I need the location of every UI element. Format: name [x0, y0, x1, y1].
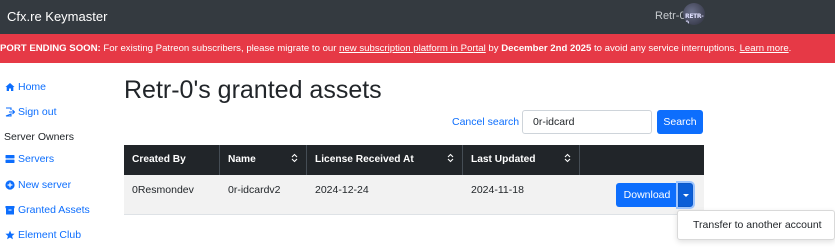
banner-text-1: For existing Patreon subscribers, please…: [100, 43, 340, 54]
server-icon: [4, 154, 15, 165]
column-header-last-updated[interactable]: Last Updated: [463, 145, 580, 175]
column-header-created-by[interactable]: Created By: [124, 145, 220, 175]
page-title: Retr-0's granted assets: [124, 76, 382, 104]
banner-lead: PORT ENDING SOON:: [0, 43, 101, 54]
search-input[interactable]: [522, 110, 652, 134]
sidebar-item-servers[interactable]: Servers: [4, 153, 54, 165]
download-button[interactable]: Download: [616, 183, 678, 207]
avatar[interactable]: RETR-0: [683, 3, 705, 25]
avatar-text: RETR-0: [685, 13, 704, 25]
user-name[interactable]: Retr-0: [655, 10, 686, 22]
sidebar-item-home[interactable]: Home: [4, 81, 46, 93]
top-navbar: Cfx.re Keymaster Retr-0 RETR-0: [0, 0, 835, 34]
star-icon: [4, 230, 15, 241]
column-header-label: Created By: [132, 154, 186, 165]
sort-icon: [447, 145, 454, 175]
sidebar-item-element-club[interactable]: Element Club: [4, 229, 81, 241]
menu-item-transfer[interactable]: Transfer to another account: [693, 219, 822, 231]
column-header-name[interactable]: Name: [220, 145, 307, 175]
sort-icon: [564, 145, 571, 175]
sidebar-item-label: Element Club: [18, 229, 82, 241]
banner-text-2: by: [485, 43, 502, 54]
sidebar-item-label: Granted Assets: [18, 204, 90, 216]
search-button[interactable]: Search: [657, 110, 703, 134]
sidebar-item-sign-out[interactable]: Sign out: [4, 106, 57, 118]
sidebar-item-label: New server: [18, 179, 72, 191]
banner-date: December 2nd 2025: [501, 43, 592, 54]
caret-down-icon: [682, 193, 689, 197]
sidebar-item-new-server[interactable]: New server: [4, 179, 71, 191]
sidebar-item-label: Servers: [18, 153, 55, 165]
cell-created-by: 0Resmondev: [132, 184, 194, 196]
column-header-label: Name: [228, 154, 256, 165]
cell-license-received-at: 2024-12-24: [315, 184, 369, 196]
box-icon: [4, 205, 15, 216]
home-icon: [4, 82, 15, 93]
cell-last-updated: 2024-11-18: [471, 184, 524, 196]
plus-circle-icon: [4, 180, 15, 191]
table-header: Created By Name License Received At Last…: [124, 145, 704, 175]
banner-text-3: to avoid any service interruptions.: [591, 43, 740, 54]
column-header-actions: [580, 145, 704, 175]
download-dropdown-menu: Transfer to another account: [677, 210, 835, 240]
download-dropdown-toggle[interactable]: [678, 183, 693, 207]
cell-name: 0r-idcardv2: [228, 184, 281, 196]
banner-text-4: .: [788, 43, 792, 54]
banner-learn-more-link[interactable]: Learn more: [740, 43, 789, 54]
column-header-label: Last Updated: [471, 154, 536, 165]
column-header-license-received-at[interactable]: License Received At: [307, 145, 463, 175]
brand-title[interactable]: Cfx.re Keymaster: [7, 9, 107, 24]
sidebar-item-label: Home: [18, 81, 47, 93]
column-header-label: License Received At: [315, 154, 414, 165]
banner-subscription-link[interactable]: new subscription platform in Portal: [339, 43, 486, 54]
sort-icon: [291, 145, 298, 175]
sidebar-item-label: Sign out: [18, 106, 57, 118]
announcement-banner: PORT ENDING SOON: For existing Patreon s…: [0, 34, 835, 63]
sidebar-heading-server-owners: Server Owners: [4, 131, 75, 143]
cancel-search-link[interactable]: Cancel search: [452, 116, 519, 128]
sign-out-icon: [4, 107, 15, 118]
sidebar: Home Sign out Server Owners Servers New …: [0, 63, 115, 250]
sidebar-item-granted-assets[interactable]: Granted Assets: [4, 204, 90, 216]
